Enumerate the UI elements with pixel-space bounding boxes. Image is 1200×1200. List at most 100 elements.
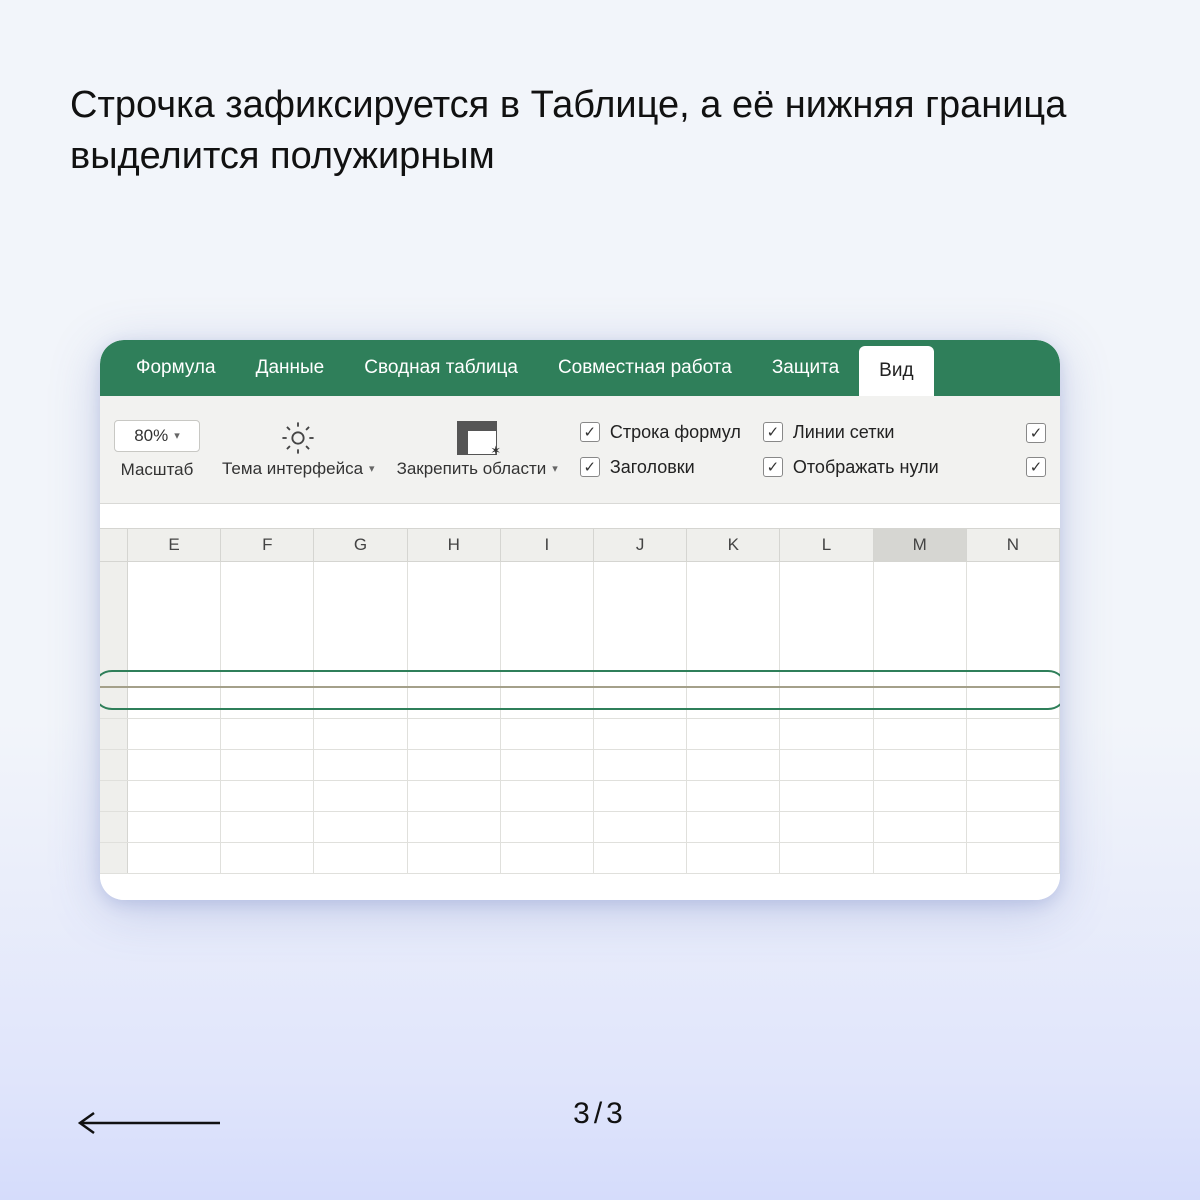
cell[interactable] [501,843,594,873]
tab-protect[interactable]: Защита [752,340,859,396]
cell[interactable] [501,812,594,842]
cell[interactable] [501,562,594,686]
cell[interactable] [408,812,501,842]
cell[interactable] [128,843,221,873]
cell[interactable] [594,781,687,811]
table-row[interactable] [100,781,1060,812]
col-header-J[interactable]: J [594,529,687,561]
cell[interactable] [780,750,873,780]
table-row[interactable] [100,719,1060,750]
cell[interactable] [780,812,873,842]
cell[interactable] [594,812,687,842]
cell[interactable] [687,812,780,842]
cell[interactable] [408,688,501,718]
cell[interactable] [687,781,780,811]
cell[interactable] [221,562,314,686]
cell[interactable] [221,781,314,811]
check-show-zeros[interactable]: ✓ Отображать нули [763,457,939,478]
cell[interactable] [314,812,407,842]
table-row[interactable] [100,812,1060,843]
cell[interactable] [314,781,407,811]
cell[interactable] [874,562,967,686]
tab-collab[interactable]: Совместная работа [538,340,752,396]
cell[interactable] [780,688,873,718]
row-gutter[interactable] [100,562,128,686]
row-gutter[interactable] [100,843,128,873]
tab-pivot[interactable]: Сводная таблица [344,340,538,396]
cell[interactable] [594,843,687,873]
col-header-N[interactable]: N [967,529,1060,561]
table-row[interactable] [100,750,1060,781]
cell[interactable] [687,719,780,749]
cell[interactable] [314,843,407,873]
tab-data[interactable]: Данные [236,340,345,396]
cell[interactable] [314,719,407,749]
cell[interactable] [128,781,221,811]
cell[interactable] [128,812,221,842]
cell[interactable] [221,812,314,842]
cell[interactable] [594,750,687,780]
row-gutter[interactable] [100,719,128,749]
check-extra-2[interactable]: ✓ [1026,457,1046,477]
table-row[interactable] [100,688,1060,719]
cell[interactable] [128,719,221,749]
cell[interactable] [874,750,967,780]
cell[interactable] [874,781,967,811]
row-gutter[interactable] [100,812,128,842]
cell[interactable] [594,562,687,686]
cell[interactable] [501,719,594,749]
cell[interactable] [687,688,780,718]
cell[interactable] [128,750,221,780]
col-header-M[interactable]: M [874,529,967,561]
cell[interactable] [594,688,687,718]
row-gutter[interactable] [100,781,128,811]
row-gutter[interactable] [100,688,128,718]
cell[interactable] [314,750,407,780]
col-header-H[interactable]: H [408,529,501,561]
cell[interactable] [501,688,594,718]
col-header-E[interactable]: E [128,529,221,561]
cell[interactable] [967,812,1060,842]
cell[interactable] [408,781,501,811]
tab-view[interactable]: Вид [859,346,933,396]
cell[interactable] [501,750,594,780]
cell[interactable] [967,781,1060,811]
select-all-corner[interactable] [100,529,128,561]
cell[interactable] [967,719,1060,749]
cell[interactable] [967,688,1060,718]
cell[interactable] [501,781,594,811]
cell[interactable] [967,750,1060,780]
col-header-I[interactable]: I [501,529,594,561]
cell[interactable] [408,719,501,749]
check-formula-bar[interactable]: ✓ Строка формул [580,422,741,443]
cell[interactable] [687,843,780,873]
cell[interactable] [874,719,967,749]
cell[interactable] [221,750,314,780]
cell[interactable] [594,719,687,749]
cell[interactable] [314,562,407,686]
cell[interactable] [687,562,780,686]
cell[interactable] [780,562,873,686]
cell[interactable] [874,812,967,842]
grid-rows[interactable] [100,562,1060,874]
zoom-select[interactable]: 80% ▾ [114,420,200,452]
row-gutter[interactable] [100,750,128,780]
col-header-F[interactable]: F [221,529,314,561]
cell[interactable] [780,781,873,811]
cell[interactable] [128,562,221,686]
cell[interactable] [408,750,501,780]
cell[interactable] [780,843,873,873]
cell[interactable] [221,719,314,749]
col-header-L[interactable]: L [780,529,873,561]
col-header-G[interactable]: G [314,529,407,561]
check-gridlines[interactable]: ✓ Линии сетки [763,422,939,443]
cell[interactable] [221,843,314,873]
check-extra-1[interactable]: ✓ [1026,423,1046,443]
cell[interactable] [408,562,501,686]
check-headers[interactable]: ✓ Заголовки [580,457,741,478]
cell[interactable] [780,719,873,749]
cell[interactable] [221,688,314,718]
cell[interactable] [408,843,501,873]
theme-group[interactable]: Тема интерфейса▾ [222,421,375,479]
col-header-K[interactable]: K [687,529,780,561]
